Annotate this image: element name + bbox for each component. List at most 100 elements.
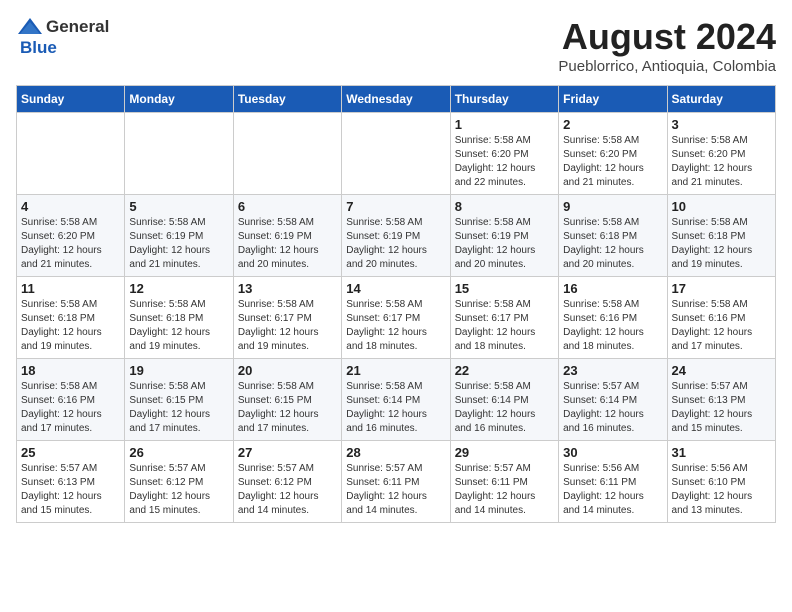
calendar-header-row: SundayMondayTuesdayWednesdayThursdayFrid… <box>17 86 776 113</box>
calendar-week-3: 11 Sunrise: 5:58 AM Sunset: 6:18 PM Dayli… <box>17 277 776 359</box>
column-header-monday: Monday <box>125 86 233 113</box>
day-number: 3 <box>672 117 771 132</box>
day-number: 14 <box>346 281 445 296</box>
day-number: 7 <box>346 199 445 214</box>
calendar-body: 1Sunrise: 5:58 AM Sunset: 6:20 PM Daylig… <box>17 113 776 523</box>
day-info: Sunrise: 5:58 AM Sunset: 6:16 PM Dayligh… <box>672 298 771 354</box>
title-area: August 2024 Pueblorrico, Antioquia, Colo… <box>558 16 776 75</box>
calendar-day-28: 28 Sunrise: 5:57 AM Sunset: 6:11 PM Dayli… <box>342 441 450 523</box>
day-number: 20 <box>238 363 337 378</box>
day-info: Sunrise: 5:58 AM Sunset: 6:19 PM Dayligh… <box>238 216 337 272</box>
day-info: Sunrise: 5:58 AM Sunset: 6:16 PM Dayligh… <box>21 380 120 436</box>
column-header-tuesday: Tuesday <box>233 86 341 113</box>
day-number: 25 <box>21 445 120 460</box>
column-header-sunday: Sunday <box>17 86 125 113</box>
calendar-day-2: 2 Sunrise: 5:58 AM Sunset: 6:20 PM Daylig… <box>559 113 667 195</box>
day-info: Sunrise: 5:57 AM Sunset: 6:14 PM Dayligh… <box>563 380 662 436</box>
column-header-friday: Friday <box>559 86 667 113</box>
day-info: Sunrise: 5:56 AM Sunset: 6:10 PM Dayligh… <box>672 462 771 518</box>
day-info: Sunrise: 5:58 AM Sunset: 6:19 PM Dayligh… <box>455 216 554 272</box>
calendar-empty-cell <box>342 113 450 195</box>
logo: General Blue <box>16 16 109 58</box>
calendar-day-5: 5Sunrise: 5:58 AM Sunset: 6:19 PM Daylig… <box>125 195 233 277</box>
calendar-day-17: 17Sunrise: 5:58 AM Sunset: 6:16 PM Dayli… <box>667 277 775 359</box>
day-info: Sunrise: 5:57 AM Sunset: 6:13 PM Dayligh… <box>672 380 771 436</box>
day-info: Sunrise: 5:58 AM Sunset: 6:17 PM Dayligh… <box>346 298 445 354</box>
day-number: 23 <box>563 363 662 378</box>
calendar-day-19: 19Sunrise: 5:58 AM Sunset: 6:15 PM Dayli… <box>125 359 233 441</box>
column-header-thursday: Thursday <box>450 86 558 113</box>
logo-general-text: General <box>46 17 109 37</box>
calendar-day-23: 23 Sunrise: 5:57 AM Sunset: 6:14 PM Dayli… <box>559 359 667 441</box>
day-info: Sunrise: 5:58 AM Sunset: 6:18 PM Dayligh… <box>21 298 120 354</box>
calendar-day-18: 18 Sunrise: 5:58 AM Sunset: 6:16 PM Dayli… <box>17 359 125 441</box>
calendar-day-9: 9Sunrise: 5:58 AM Sunset: 6:18 PM Daylig… <box>559 195 667 277</box>
day-number: 8 <box>455 199 554 214</box>
calendar-day-22: 22 Sunrise: 5:58 AM Sunset: 6:14 PM Dayli… <box>450 359 558 441</box>
calendar-day-11: 11 Sunrise: 5:58 AM Sunset: 6:18 PM Dayli… <box>17 277 125 359</box>
calendar-day-29: 29Sunrise: 5:57 AM Sunset: 6:11 PM Dayli… <box>450 441 558 523</box>
main-title: August 2024 <box>558 16 776 58</box>
column-header-saturday: Saturday <box>667 86 775 113</box>
day-info: Sunrise: 5:58 AM Sunset: 6:18 PM Dayligh… <box>672 216 771 272</box>
day-number: 16 <box>563 281 662 296</box>
calendar-day-3: 3 Sunrise: 5:58 AM Sunset: 6:20 PM Daylig… <box>667 113 775 195</box>
calendar-day-1: 1Sunrise: 5:58 AM Sunset: 6:20 PM Daylig… <box>450 113 558 195</box>
column-header-wednesday: Wednesday <box>342 86 450 113</box>
day-number: 21 <box>346 363 445 378</box>
day-number: 11 <box>21 281 120 296</box>
day-number: 9 <box>563 199 662 214</box>
day-number: 18 <box>21 363 120 378</box>
calendar-day-26: 26Sunrise: 5:57 AM Sunset: 6:12 PM Dayli… <box>125 441 233 523</box>
calendar-day-12: 12 Sunrise: 5:58 AM Sunset: 6:18 PM Dayli… <box>125 277 233 359</box>
day-info: Sunrise: 5:57 AM Sunset: 6:12 PM Dayligh… <box>238 462 337 518</box>
calendar-day-21: 21 Sunrise: 5:58 AM Sunset: 6:14 PM Dayli… <box>342 359 450 441</box>
day-info: Sunrise: 5:58 AM Sunset: 6:20 PM Dayligh… <box>455 134 554 190</box>
calendar-week-4: 18 Sunrise: 5:58 AM Sunset: 6:16 PM Dayli… <box>17 359 776 441</box>
day-number: 31 <box>672 445 771 460</box>
day-info: Sunrise: 5:58 AM Sunset: 6:17 PM Dayligh… <box>238 298 337 354</box>
day-info: Sunrise: 5:58 AM Sunset: 6:15 PM Dayligh… <box>238 380 337 436</box>
calendar-day-30: 30 Sunrise: 5:56 AM Sunset: 6:11 PM Dayli… <box>559 441 667 523</box>
calendar-day-27: 27 Sunrise: 5:57 AM Sunset: 6:12 PM Dayli… <box>233 441 341 523</box>
day-info: Sunrise: 5:58 AM Sunset: 6:19 PM Dayligh… <box>346 216 445 272</box>
day-number: 28 <box>346 445 445 460</box>
day-info: Sunrise: 5:58 AM Sunset: 6:14 PM Dayligh… <box>455 380 554 436</box>
day-info: Sunrise: 5:58 AM Sunset: 6:20 PM Dayligh… <box>563 134 662 190</box>
calendar-day-6: 6Sunrise: 5:58 AM Sunset: 6:19 PM Daylig… <box>233 195 341 277</box>
day-number: 12 <box>129 281 228 296</box>
day-info: Sunrise: 5:58 AM Sunset: 6:15 PM Dayligh… <box>129 380 228 436</box>
day-info: Sunrise: 5:58 AM Sunset: 6:16 PM Dayligh… <box>563 298 662 354</box>
subtitle: Pueblorrico, Antioquia, Colombia <box>558 58 776 75</box>
day-number: 4 <box>21 199 120 214</box>
day-number: 24 <box>672 363 771 378</box>
logo-icon <box>16 16 44 38</box>
day-number: 13 <box>238 281 337 296</box>
day-number: 27 <box>238 445 337 460</box>
calendar-day-31: 31 Sunrise: 5:56 AM Sunset: 6:10 PM Dayli… <box>667 441 775 523</box>
calendar-day-16: 16 Sunrise: 5:58 AM Sunset: 6:16 PM Dayli… <box>559 277 667 359</box>
day-info: Sunrise: 5:57 AM Sunset: 6:11 PM Dayligh… <box>346 462 445 518</box>
calendar-day-15: 15Sunrise: 5:58 AM Sunset: 6:17 PM Dayli… <box>450 277 558 359</box>
calendar-week-1: 1Sunrise: 5:58 AM Sunset: 6:20 PM Daylig… <box>17 113 776 195</box>
day-info: Sunrise: 5:58 AM Sunset: 6:18 PM Dayligh… <box>129 298 228 354</box>
calendar-empty-cell <box>17 113 125 195</box>
day-info: Sunrise: 5:57 AM Sunset: 6:13 PM Dayligh… <box>21 462 120 518</box>
day-info: Sunrise: 5:58 AM Sunset: 6:14 PM Dayligh… <box>346 380 445 436</box>
calendar-table: SundayMondayTuesdayWednesdayThursdayFrid… <box>16 85 776 523</box>
day-number: 2 <box>563 117 662 132</box>
day-number: 22 <box>455 363 554 378</box>
calendar-day-14: 14 Sunrise: 5:58 AM Sunset: 6:17 PM Dayli… <box>342 277 450 359</box>
calendar-day-13: 13 Sunrise: 5:58 AM Sunset: 6:17 PM Dayli… <box>233 277 341 359</box>
day-number: 10 <box>672 199 771 214</box>
day-info: Sunrise: 5:56 AM Sunset: 6:11 PM Dayligh… <box>563 462 662 518</box>
calendar-day-4: 4Sunrise: 5:58 AM Sunset: 6:20 PM Daylig… <box>17 195 125 277</box>
calendar-day-8: 8 Sunrise: 5:58 AM Sunset: 6:19 PM Daylig… <box>450 195 558 277</box>
day-number: 30 <box>563 445 662 460</box>
calendar-day-10: 10 Sunrise: 5:58 AM Sunset: 6:18 PM Dayli… <box>667 195 775 277</box>
calendar-day-7: 7 Sunrise: 5:58 AM Sunset: 6:19 PM Daylig… <box>342 195 450 277</box>
calendar-day-20: 20 Sunrise: 5:58 AM Sunset: 6:15 PM Dayli… <box>233 359 341 441</box>
day-info: Sunrise: 5:57 AM Sunset: 6:11 PM Dayligh… <box>455 462 554 518</box>
day-info: Sunrise: 5:58 AM Sunset: 6:20 PM Dayligh… <box>672 134 771 190</box>
calendar-week-5: 25 Sunrise: 5:57 AM Sunset: 6:13 PM Dayli… <box>17 441 776 523</box>
